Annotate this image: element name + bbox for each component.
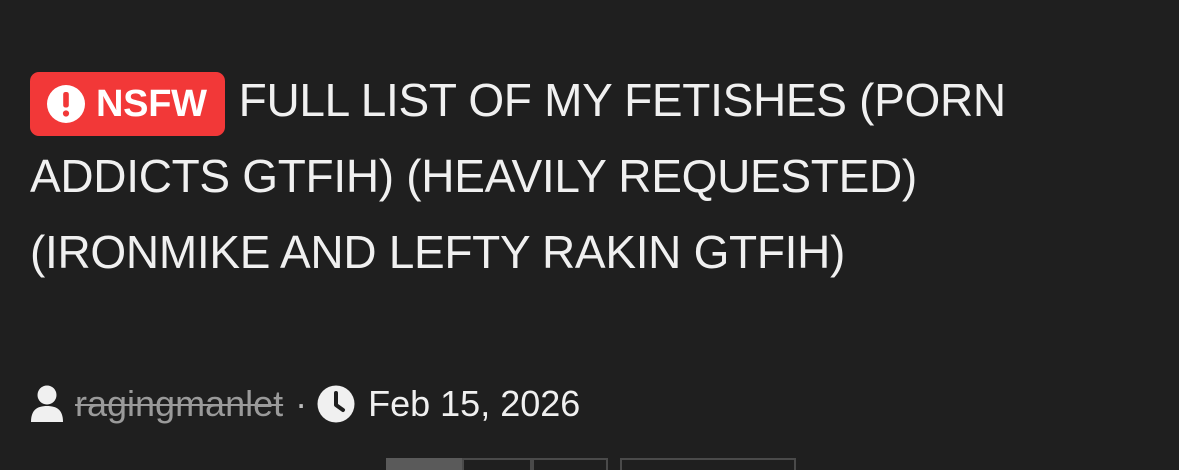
tab-peek-active[interactable] bbox=[386, 458, 462, 470]
post-date: Feb 15, 2026 bbox=[368, 383, 581, 424]
tab-peek[interactable] bbox=[462, 458, 532, 470]
clock-icon bbox=[317, 385, 355, 423]
thread-title: NSFW FULL LIST OF MY FETISHES (PORN ADDI… bbox=[30, 62, 1150, 290]
author-username[interactable]: ragingmanlet bbox=[75, 383, 283, 425]
thread-header: NSFW FULL LIST OF MY FETISHES (PORN ADDI… bbox=[30, 62, 1150, 290]
tab-peek[interactable] bbox=[620, 458, 796, 470]
thread-meta: ragingmanlet · Feb 15, 2026 bbox=[30, 380, 580, 428]
meta-separator: · bbox=[295, 383, 308, 424]
user-icon bbox=[31, 385, 63, 422]
nsfw-badge-label: NSFW bbox=[96, 83, 207, 125]
exclamation-circle-icon bbox=[47, 85, 85, 123]
page-tabs-peek bbox=[386, 458, 796, 470]
tab-peek[interactable] bbox=[532, 458, 608, 470]
nsfw-badge: NSFW bbox=[30, 72, 225, 136]
